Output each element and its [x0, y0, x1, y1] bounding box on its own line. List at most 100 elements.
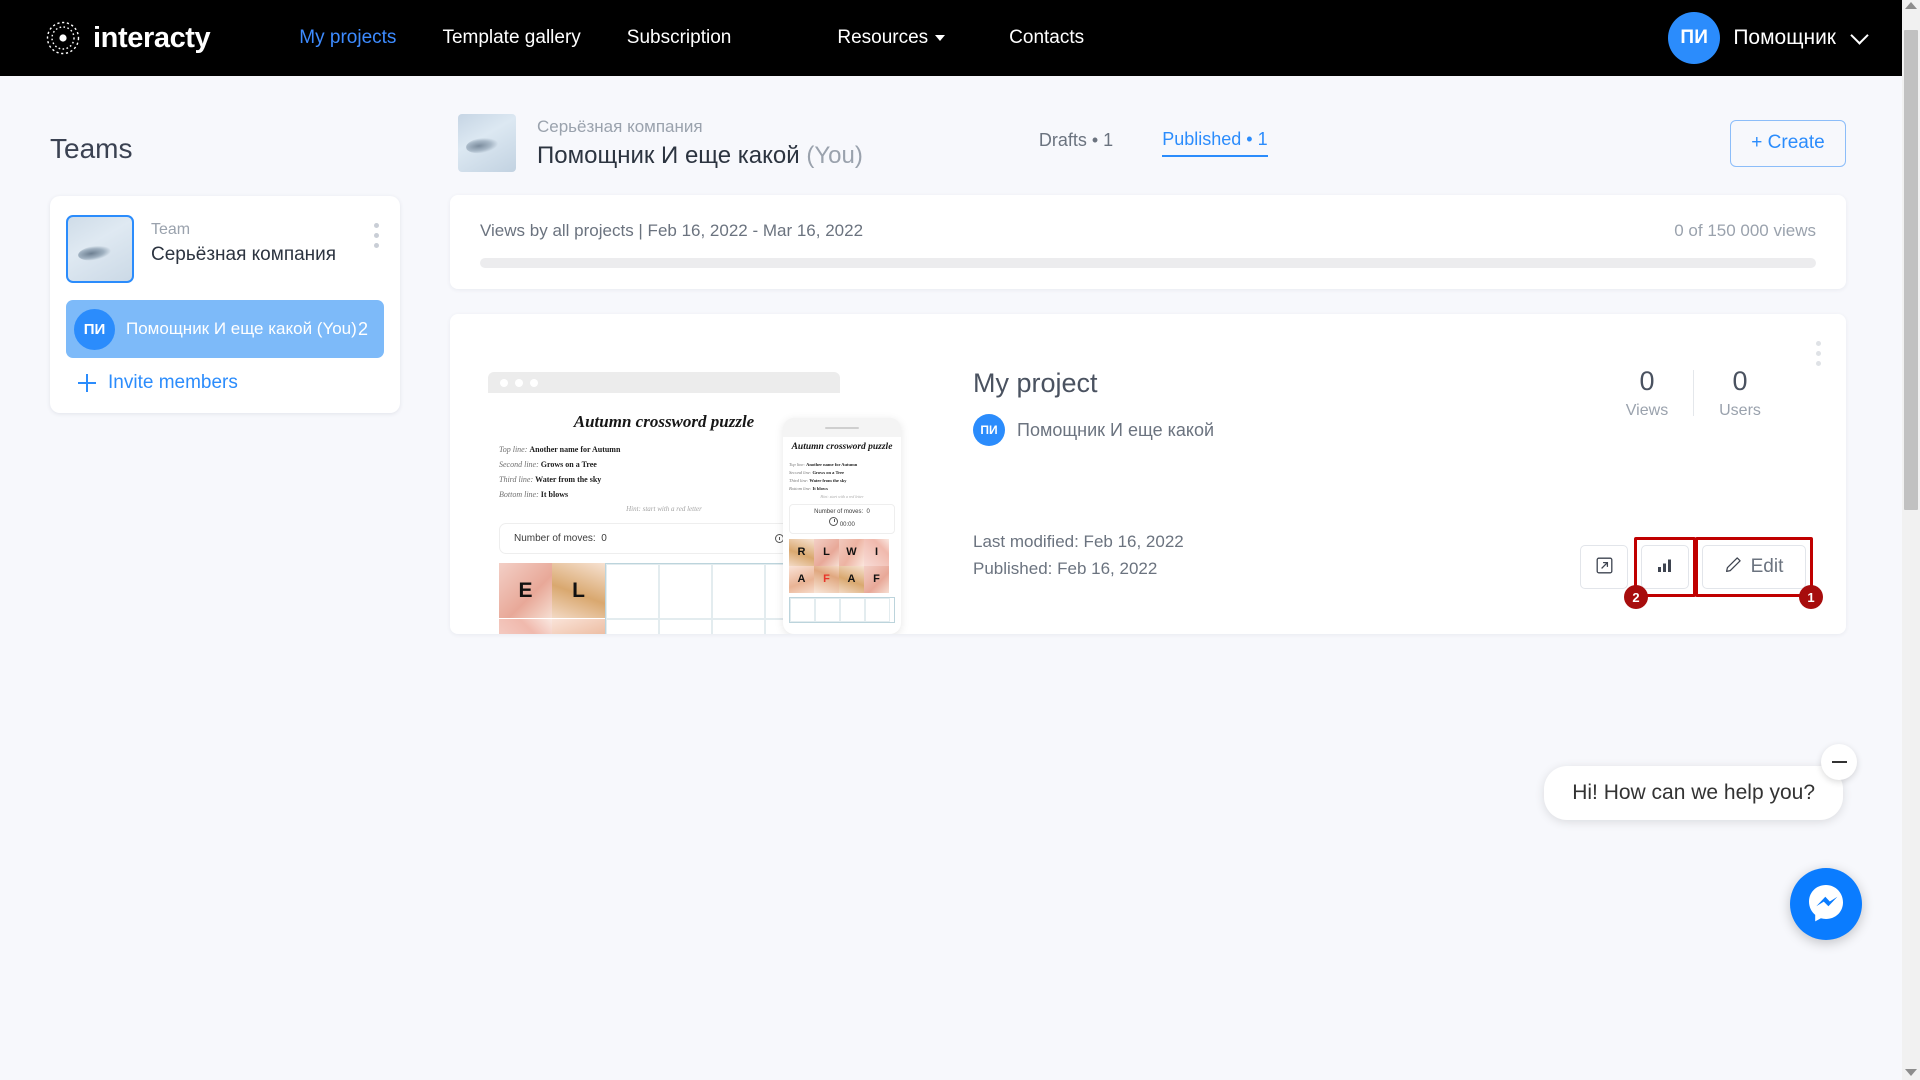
team-avatar [458, 114, 516, 172]
messenger-chat-button[interactable] [1790, 868, 1862, 940]
nav-item-label: Template gallery [442, 27, 581, 48]
nav-item-contacts[interactable]: Contacts [986, 27, 1107, 49]
plus-icon [78, 374, 96, 392]
puzzle-tile: R [789, 538, 814, 566]
nav-item-label: Subscription [626, 27, 732, 48]
external-link-icon [1596, 557, 1613, 577]
annotation-badge-2: 2 [1624, 585, 1648, 609]
scrollbar-thumb[interactable] [1904, 30, 1918, 510]
project-thumbnail[interactable]: Autumn crossword puzzle Top line: Anothe… [473, 338, 943, 634]
timer-value: 00:00 [839, 521, 855, 528]
annotation-badge-1: 1 [1799, 585, 1823, 609]
edit-button[interactable]: Edit [1702, 545, 1806, 589]
project-owner-header: Серьёзная компания Помощник И еще какой … [450, 76, 1902, 180]
puzzle-clue: Top line: Another name for Autumn [499, 445, 621, 454]
puzzle-moves-bar: Number of moves: 0 00:00 [499, 523, 829, 554]
project-actions: 2 Edit 1 [1580, 537, 1823, 609]
open-project-button[interactable] [1580, 545, 1628, 589]
puzzle-tile: F [864, 565, 889, 593]
nav-item-resources[interactable]: Resources [814, 27, 968, 49]
stat-users: 0 Users [1694, 366, 1786, 420]
puzzle-moves-bar: Number of moves: 0 00:00 [789, 503, 895, 534]
avatar: ПИ [74, 308, 115, 350]
scroll-down-arrow-icon[interactable] [1905, 1069, 1917, 1076]
team-member-item[interactable]: ПИ Помощник И еще какой (You) 2 [66, 300, 384, 358]
teams-card: Team Серьёзная компания ПИ Помощник И ещ… [50, 196, 400, 413]
team-row[interactable]: Team Серьёзная компания [66, 215, 384, 283]
bar-chart-icon [1657, 558, 1673, 576]
avatar: ПИ [1668, 12, 1721, 64]
browser-chrome-bar [488, 372, 840, 393]
team-label: Team [151, 221, 191, 238]
create-button[interactable]: + Create [1730, 119, 1846, 167]
nav-item-my-projects[interactable]: My projects [276, 27, 419, 49]
puzzle-tiles-mobile: R L W I A F A F [789, 538, 895, 593]
project-card: Autumn crossword puzzle Top line: Anothe… [450, 314, 1846, 634]
project-stats-button[interactable] [1641, 545, 1689, 589]
puzzle-tile: I [864, 538, 889, 566]
team-name: Серьёзная компания [151, 244, 337, 266]
puzzle-hint: Hint: start with a red letter [626, 505, 702, 513]
puzzle-tile: L [552, 563, 605, 618]
puzzle-clue: Second line: Grows on a Tree [789, 469, 845, 475]
project-status-tabs: Drafts • 1 Published • 1 [1039, 129, 1268, 157]
views-panel: Views by all projects | Feb 16, 2022 - M… [450, 195, 1846, 289]
puzzle-tile: I [552, 618, 605, 634]
views-range-label: Views by all projects | Feb 16, 2022 - M… [480, 221, 864, 240]
nav-item-subscription[interactable]: Subscription [604, 27, 755, 49]
page-scrollbar[interactable] [1902, 0, 1920, 1080]
edit-button-label: Edit [1750, 556, 1784, 577]
team-member-name: Помощник И еще какой (You) [126, 318, 357, 338]
tab-drafts[interactable]: Drafts • 1 [1039, 130, 1113, 156]
puzzle-clue: Bottom line: It blows [499, 490, 569, 499]
puzzle-tile: A [789, 565, 814, 593]
puzzle-title: Autumn crossword puzzle [573, 412, 755, 431]
team-avatar [66, 215, 134, 283]
main-content: Серьёзная компания Помощник И еще какой … [450, 76, 1902, 634]
project-stats: 0 Views 0 Users [1601, 366, 1786, 420]
avatar: ПИ [973, 414, 1005, 446]
moves-value: 0 [866, 508, 870, 515]
project-author-name: Помощник И еще какой [1017, 419, 1215, 440]
nav-item-label: My projects [299, 27, 397, 48]
invite-members-button[interactable]: Invite members [66, 372, 384, 394]
stats-button-highlight: 2 [1624, 537, 1696, 609]
brand-name: interacty [93, 21, 211, 54]
puzzle-title: Autumn crossword puzzle [791, 442, 893, 452]
nav-links: My projects Template gallery Subscriptio… [276, 27, 1107, 49]
chat-message-bubble[interactable]: Hi! How can we help you? [1544, 766, 1843, 820]
teams-sidebar: Teams Team Серьёзная компания ПИ Помощни… [0, 76, 450, 413]
puzzle-tile: W [839, 538, 864, 566]
tab-published[interactable]: Published • 1 [1162, 129, 1268, 157]
stat-label: Users [1719, 402, 1761, 420]
puzzle-tile: F [814, 565, 839, 593]
published-text: Published: Feb 16, 2022 [973, 558, 1158, 578]
tab-label: Published [1162, 129, 1242, 149]
puzzle-tile: E [499, 563, 552, 618]
mobile-preview: Autumn crossword puzzle Top line: Anothe… [783, 418, 901, 634]
user-menu[interactable]: ПИ Помощник [1668, 0, 1869, 76]
tab-count: • 1 [1246, 129, 1268, 149]
page-title: Teams [50, 133, 133, 164]
last-modified-text: Last modified: Feb 16, 2022 [973, 532, 1184, 552]
puzzle-clue: Third line: Water from the sky [789, 477, 847, 483]
puzzle-clue: Second line: Grows on a Tree [499, 460, 597, 469]
moves-label: Number of moves: [514, 533, 596, 544]
tab-label: Drafts [1038, 130, 1087, 150]
minimize-icon [1831, 761, 1847, 763]
stat-views: 0 Views [1601, 366, 1693, 420]
views-count-label: 0 of 150 000 views [1674, 221, 1816, 240]
scroll-up-arrow-icon[interactable] [1905, 2, 1917, 9]
brand-logo[interactable]: interacty [44, 19, 211, 57]
nav-item-template-gallery[interactable]: Template gallery [419, 27, 603, 49]
chat-minimize-button[interactable] [1821, 744, 1857, 780]
clock-icon [829, 516, 839, 526]
chevron-down-icon [1850, 25, 1869, 45]
kebab-menu-icon[interactable] [371, 220, 382, 251]
owner-name-text: Помощник И еще какой [537, 141, 800, 169]
edit-button-highlight: Edit 1 [1695, 537, 1823, 609]
nav-item-label: Contacts [1009, 27, 1085, 48]
moves-value: 0 [601, 533, 607, 544]
puzzle-clue: Top line: Another name for Autumn [789, 461, 858, 467]
puzzle-answer-grid [789, 596, 895, 623]
